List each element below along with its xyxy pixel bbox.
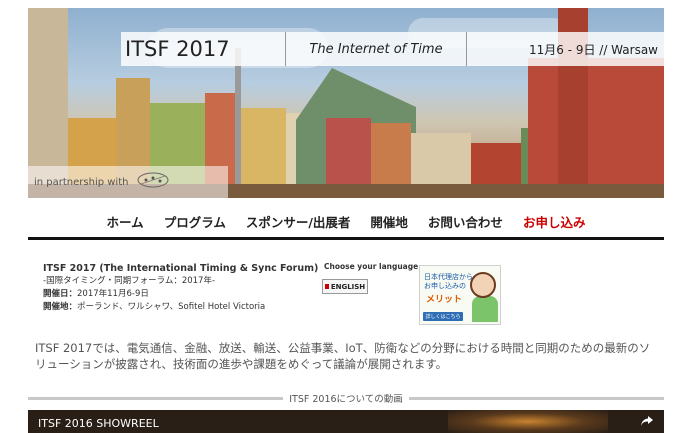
date-label: 開催日： [43,289,78,299]
video-title[interactable]: ITSF 2016 SHOWREEL [38,417,159,430]
event-subtitle: The Internet of Time [286,32,467,66]
info-line-forum: -国際タイミング・同期フォーラム：2017年- [43,276,216,286]
info-title: ITSF 2017 (The International Timing & Sy… [43,263,319,274]
event-info: ITSF 2017 (The International Timing & Sy… [43,262,333,314]
partnership-text: in partnership with [34,176,129,188]
royal-castle [528,58,664,198]
event-title: ITSF 2017 [121,32,286,66]
video-player[interactable]: ITSF 2016 SHOWREEL [28,410,664,433]
nav-sponsors[interactable]: スポンサー/出展者 [246,212,351,231]
banner-more-button[interactable]: 詳しくはこちら [423,312,463,321]
hero-title-bar: ITSF 2017 The Internet of Time 11月6 - 9日… [121,32,664,66]
video-section-heading: ITSF 2016についての動画 [28,392,665,405]
nav-venue[interactable]: 開催地 [370,212,408,231]
flag-icon [324,284,329,289]
illustration-person-body [472,296,498,322]
banner-merit: メリット [426,295,463,305]
date-value: 2017年11月6-9日 [77,289,149,299]
info-line-venue: 開催地：ポーランド、ワルシャワ、Sofitel Hotel Victoria [43,301,333,314]
share-icon[interactable] [640,414,654,428]
hero-banner: ITSF 2017 The Internet of Time 11月6 - 9日… [28,8,664,198]
banner-line2: お申し込みの [424,282,466,290]
event-description: ITSF 2017では、電気通信、金融、放送、輸送、公益事業、IoT、防衛などの… [35,341,651,371]
info-line-date: 開催日：2017年11月6-9日 [43,288,333,301]
nav-apply[interactable]: お申し込み [523,212,586,231]
nav-program[interactable]: プログラム [164,212,226,231]
nav-home[interactable]: ホーム [107,212,144,231]
main-nav: ホーム プログラム スポンサー/出展者 開催地 お問い合わせ お申し込み [28,205,664,240]
divider [28,396,284,400]
english-button[interactable]: ENGLISH [322,279,368,294]
partner-logo-icon[interactable] [136,170,170,194]
language-label: Choose your language [324,262,419,271]
divider [408,396,665,400]
event-date-location: 11月6 - 9日 // Warsaw [467,32,664,66]
english-button-label: ENGLISH [330,282,366,291]
video-thumbnail [448,410,608,433]
section-heading-text: ITSF 2016についての動画 [289,394,403,405]
venue-label: 開催地： [43,302,78,312]
agent-benefit-banner[interactable]: 日本代理店から お申し込みの メリット 詳しくはこちら [419,265,501,325]
illustration-person-face [470,272,496,298]
nav-contact[interactable]: お問い合わせ [428,212,503,231]
partnership-strip: in partnership with [28,166,228,198]
venue-value: ポーランド、ワルシャワ、Sofitel Hotel Victoria [77,302,266,312]
